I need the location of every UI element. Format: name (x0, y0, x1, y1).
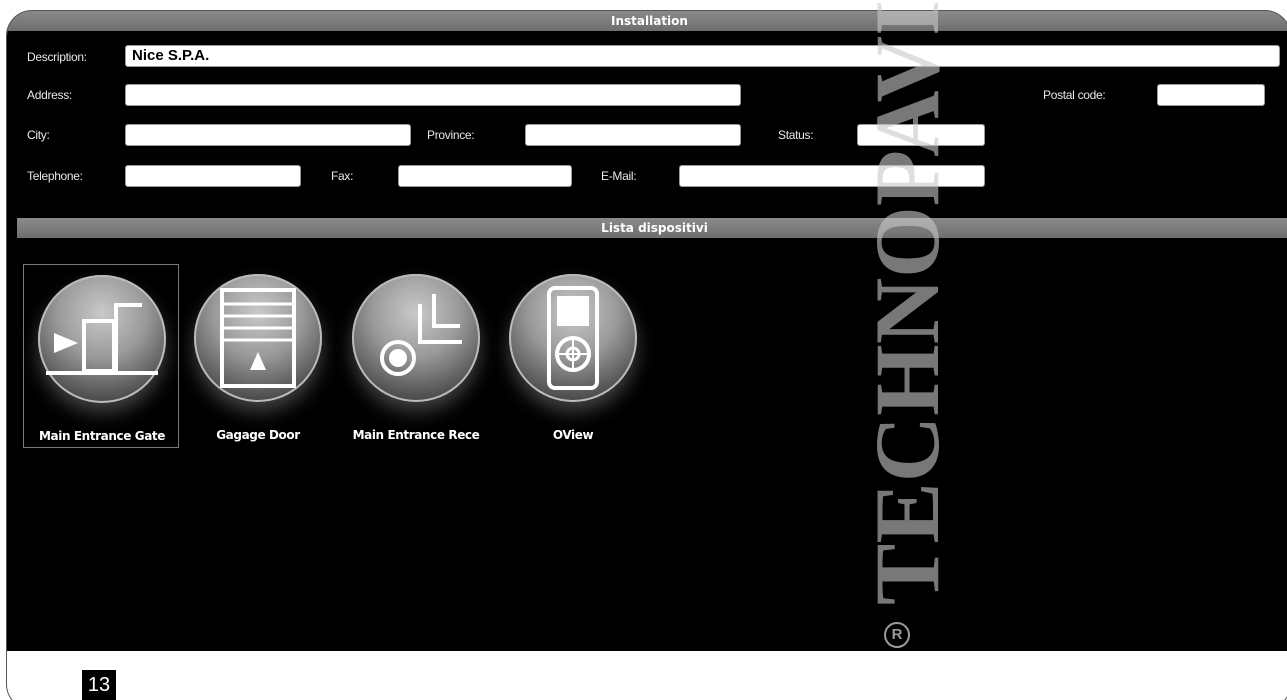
app-window: Installation Description: Nice S.P.A. Ad… (7, 11, 1287, 651)
address-label: Address: (27, 88, 72, 102)
email-field[interactable] (679, 165, 985, 187)
city-field[interactable] (125, 124, 411, 146)
telephone-label: Telephone: (27, 169, 83, 183)
device-name: OView (552, 428, 594, 442)
description-label: Description: (27, 50, 87, 64)
device-tile-oview[interactable]: OView (495, 264, 651, 448)
status-label: Status: (778, 128, 814, 142)
device-tile-main-entrance-gate[interactable]: Main Entrance Gate (23, 264, 179, 448)
page-frame: Installation Description: Nice S.P.A. Ad… (6, 10, 1287, 700)
device-tile-gagage-door[interactable]: Gagage Door (180, 264, 336, 448)
fax-label: Fax: (331, 169, 354, 183)
province-label: Province: (427, 128, 475, 142)
window-title: Installation (7, 11, 1287, 31)
province-field[interactable] (525, 124, 741, 146)
device-name: Main Entrance Gate (39, 429, 165, 443)
fax-field[interactable] (398, 165, 572, 187)
device-list-header: Lista dispositivi (17, 218, 1287, 238)
page-number: 13 (82, 670, 116, 700)
device-name: Main Entrance Rece (352, 428, 480, 442)
registered-mark: R (884, 622, 910, 648)
device-name: Gagage Door (216, 428, 300, 442)
address-field[interactable] (125, 84, 741, 106)
description-field[interactable]: Nice S.P.A. (125, 45, 1280, 67)
receiver-icon (352, 274, 480, 402)
oview-remote-icon (509, 274, 637, 402)
postal-code-label: Postal code: (1043, 88, 1106, 102)
city-label: City: (27, 128, 50, 142)
telephone-field[interactable] (125, 165, 301, 187)
garage-door-icon (194, 274, 322, 402)
email-label: E-Mail: (601, 169, 637, 183)
status-field[interactable] (857, 124, 985, 146)
gate-icon (38, 275, 166, 403)
device-tile-main-entrance-rece[interactable]: Main Entrance Rece (338, 264, 494, 448)
postal-code-field[interactable] (1157, 84, 1265, 106)
